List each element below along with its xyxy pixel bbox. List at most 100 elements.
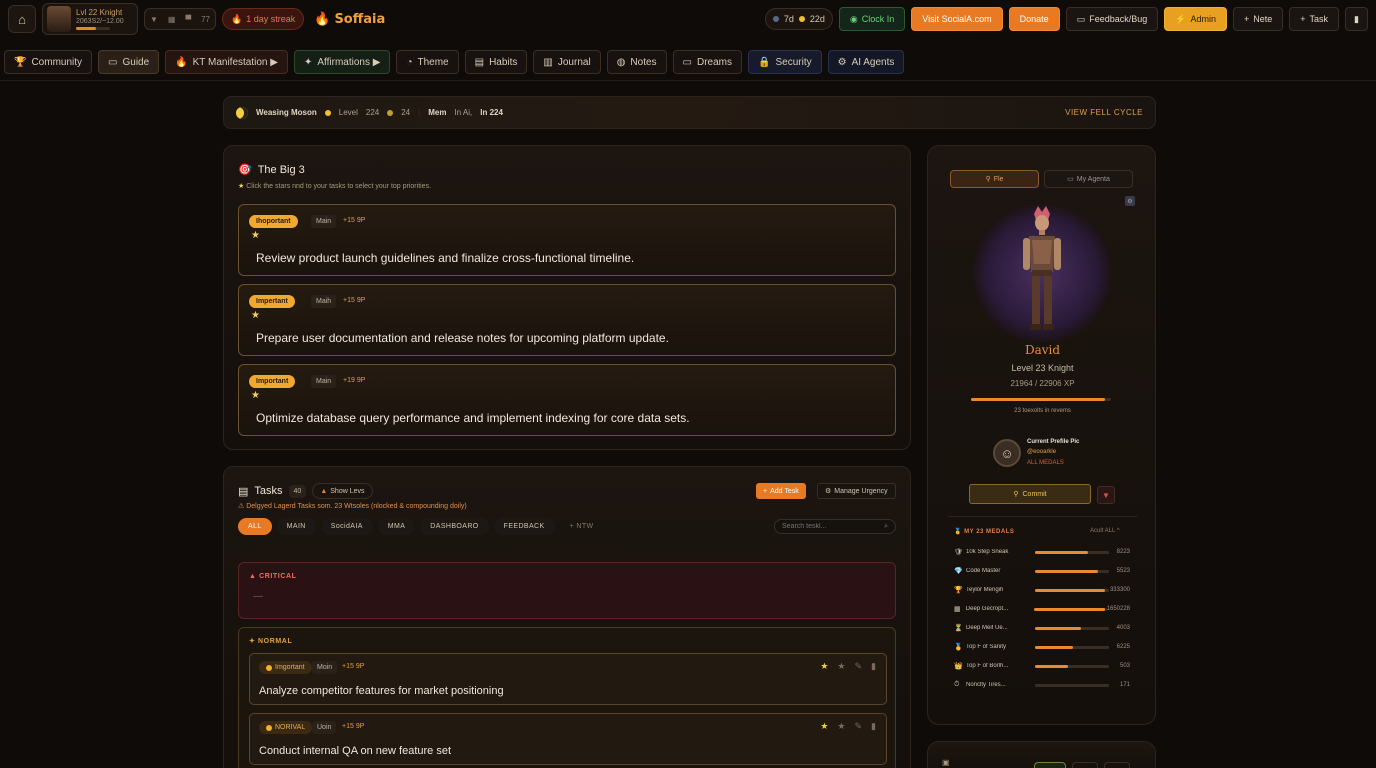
plus-icon: + [1300,14,1306,24]
nav-affirmations[interactable]: ✦ Affirmations ▶ [293,50,391,74]
task-text: Analyze competitor features for market p… [259,685,504,697]
medal-name: Top F of Borlh... [966,663,1009,669]
medal-progress [1035,664,1109,668]
nav-notes[interactable]: ◍ Notes [606,50,667,74]
medal-row[interactable]: 💎 Code Master 5523 [954,565,1130,577]
tab-mma[interactable]: MMA [377,518,416,535]
warning-icon: ⚠ [238,503,245,510]
clock-in-button[interactable]: ◉ Clock In [838,7,906,31]
donate-button[interactable]: Donate [1008,7,1060,31]
nav-dreams[interactable]: ▭ Dreams [672,50,743,74]
medal-row[interactable]: 🛡 10k Step Sneak 8223 [954,546,1130,558]
delete-button[interactable]: ▼ [1097,486,1115,504]
feedback-button[interactable]: ▭ Feedback/Bug [1065,7,1159,31]
tab-main[interactable]: MAIN [276,518,316,535]
star-icon[interactable]: ★ [820,721,828,732]
streak-badge[interactable]: 🔥 1 day streak [222,8,305,30]
task-search[interactable]: ⌕ [774,519,896,534]
mini-stat-item: 77 [201,14,210,24]
view-cycle-link[interactable]: VIEW FELL CYCLE [1065,108,1143,117]
edit-icon[interactable]: ✎ [855,721,863,732]
search-input[interactable] [782,523,872,530]
bottom-tab[interactable] [1034,762,1066,768]
big-3-subtitle-row: ★ Click the stars nnd to your tasks to s… [238,182,431,190]
medal-name: 10k Step Sneak [966,549,1009,555]
visit-label: Visit SocialA.com [922,14,992,24]
add-task-button[interactable]: + Add Tesk [756,483,806,499]
tab-socialaia[interactable]: SocidAIA [320,518,373,535]
medal-row[interactable]: 👑 Top F of Borlh... 503 [954,660,1130,672]
tab-profile[interactable]: ⚲ Fle [950,170,1039,188]
cycle-bar: Weasing Moson Level 224 24 | Mem In Ai, … [223,96,1156,129]
medal-row[interactable]: 🏆 Teylor Mengih 333300 [954,584,1130,596]
cycle-level-label: Level [338,108,358,117]
nav-journal[interactable]: ▥ Journal [533,50,601,74]
all-medals-link[interactable]: ALL MEDALS [1027,460,1064,466]
trash-icon[interactable]: ▮ [871,661,876,672]
commit-label: Commit [1022,490,1047,498]
medal-row[interactable]: ⏳ Deep Meif Ue... 4003 [954,622,1130,634]
medals-collapse-button[interactable]: Acult ALL ^ [1090,528,1120,534]
task-row[interactable]: Imgortant Moin +15 9P Analyze competitor… [249,653,887,705]
trash-icon[interactable]: ▮ [871,721,876,732]
manage-urgency-button[interactable]: ⚙ Manage Urgency [817,483,896,499]
star-icon[interactable]: ★ [820,661,828,672]
medal-icon: ⏳ [954,625,963,632]
tab-all[interactable]: ALL [238,518,272,535]
task-row[interactable]: NORIVAL Uoin +15 9P Conduct internal QA … [249,713,887,765]
medal-row[interactable]: 🥇 Top F of Sanity 6225 [954,641,1130,653]
menu-button[interactable]: ▮ [1345,7,1368,31]
bottom-tab[interactable] [1104,762,1130,768]
new-note-button[interactable]: + Nete [1232,7,1284,31]
settings-icon[interactable]: ⚙ [1125,196,1135,206]
streak-text: 1 day streak [246,14,296,24]
star-icon[interactable]: ★ [251,230,260,241]
tab-feedback[interactable]: FEEDBACK [493,518,555,535]
star-outline-icon[interactable]: ★ [837,661,845,672]
medal-value: 6225 [1116,644,1130,650]
medal-name: Nonclty Tires... [966,682,1006,688]
star-icon[interactable]: ★ [251,310,260,321]
bottom-tab[interactable] [1072,762,1098,768]
big-3-card[interactable]: Important Main +19 9P ★ Optimize databas… [238,364,896,436]
medals-collapse-label: Acult ALL [1090,528,1116,534]
player-card[interactable]: Lvl 22 Knight 2063S2/~12.00 [42,3,138,35]
medal-row[interactable]: ▦ Deep Gecropt... 1650228 [954,603,1130,615]
nav-label: Habits [489,56,518,68]
nav-theme[interactable]: ◔ Theme [396,50,459,74]
nav-habits[interactable]: ▤ Habits [464,50,528,74]
book-icon: ▥ [543,56,553,68]
show-levels-button[interactable]: ▲ Show Levs [312,483,373,499]
visit-button[interactable]: Visit SocialA.com [911,7,1003,31]
medal-row[interactable]: ⏱ Nonclty Tires... 171 [954,679,1130,691]
normal-label-row: ✦ NORMAL [249,637,292,645]
star-icon: ★ [238,183,245,190]
home-icon[interactable]: ⌂ [8,5,36,33]
brand-logo[interactable]: 🔥 Soffaia [314,12,385,27]
edit-icon[interactable]: ✎ [855,661,863,672]
nav-community[interactable]: 🏆 Community [4,50,93,74]
commit-button[interactable]: ⚲ Commit [969,484,1091,504]
big-3-card[interactable]: Ihoportant Main +15 9P ★ Review product … [238,204,896,276]
star-icon[interactable]: ★ [251,390,260,401]
new-task-button[interactable]: + Task [1289,7,1340,31]
admin-button[interactable]: ⚡ Admin [1164,7,1227,31]
week-pill[interactable]: 7d 22d [764,8,833,30]
task-actions: ★ ★ ✎ ▮ [820,721,876,732]
medal-name: Deep Gecropt... [965,606,1009,612]
profile-pic-avatar[interactable]: ☺ [993,439,1021,467]
user-icon: ⚲ [1013,491,1019,498]
tab-dashboard[interactable]: DASHBOARO [420,518,489,535]
tab-new[interactable]: + NTW [560,518,604,535]
nav-ai-agents[interactable]: ⚙ AI Agents [827,50,905,74]
bottom-panel: ▣ [927,741,1156,768]
big-3-card[interactable]: Impertant Maih +15 9P ★ Prepare user doc… [238,284,896,356]
big-3-title: The Big 3 [257,163,305,176]
tab-my-agents[interactable]: ▭ My Agenta [1044,170,1133,188]
mini-stats[interactable]: ▼ ▦ ▀ 77 [144,8,216,30]
star-outline-icon[interactable]: ★ [837,721,845,732]
medal-value: 4003 [1116,625,1130,631]
nav-kt-manifestation[interactable]: 🔥 KT Manifestation ▶ [165,50,288,74]
nav-security[interactable]: 🔒 Security [748,50,822,74]
nav-guide[interactable]: ▭ Guide [98,50,160,74]
